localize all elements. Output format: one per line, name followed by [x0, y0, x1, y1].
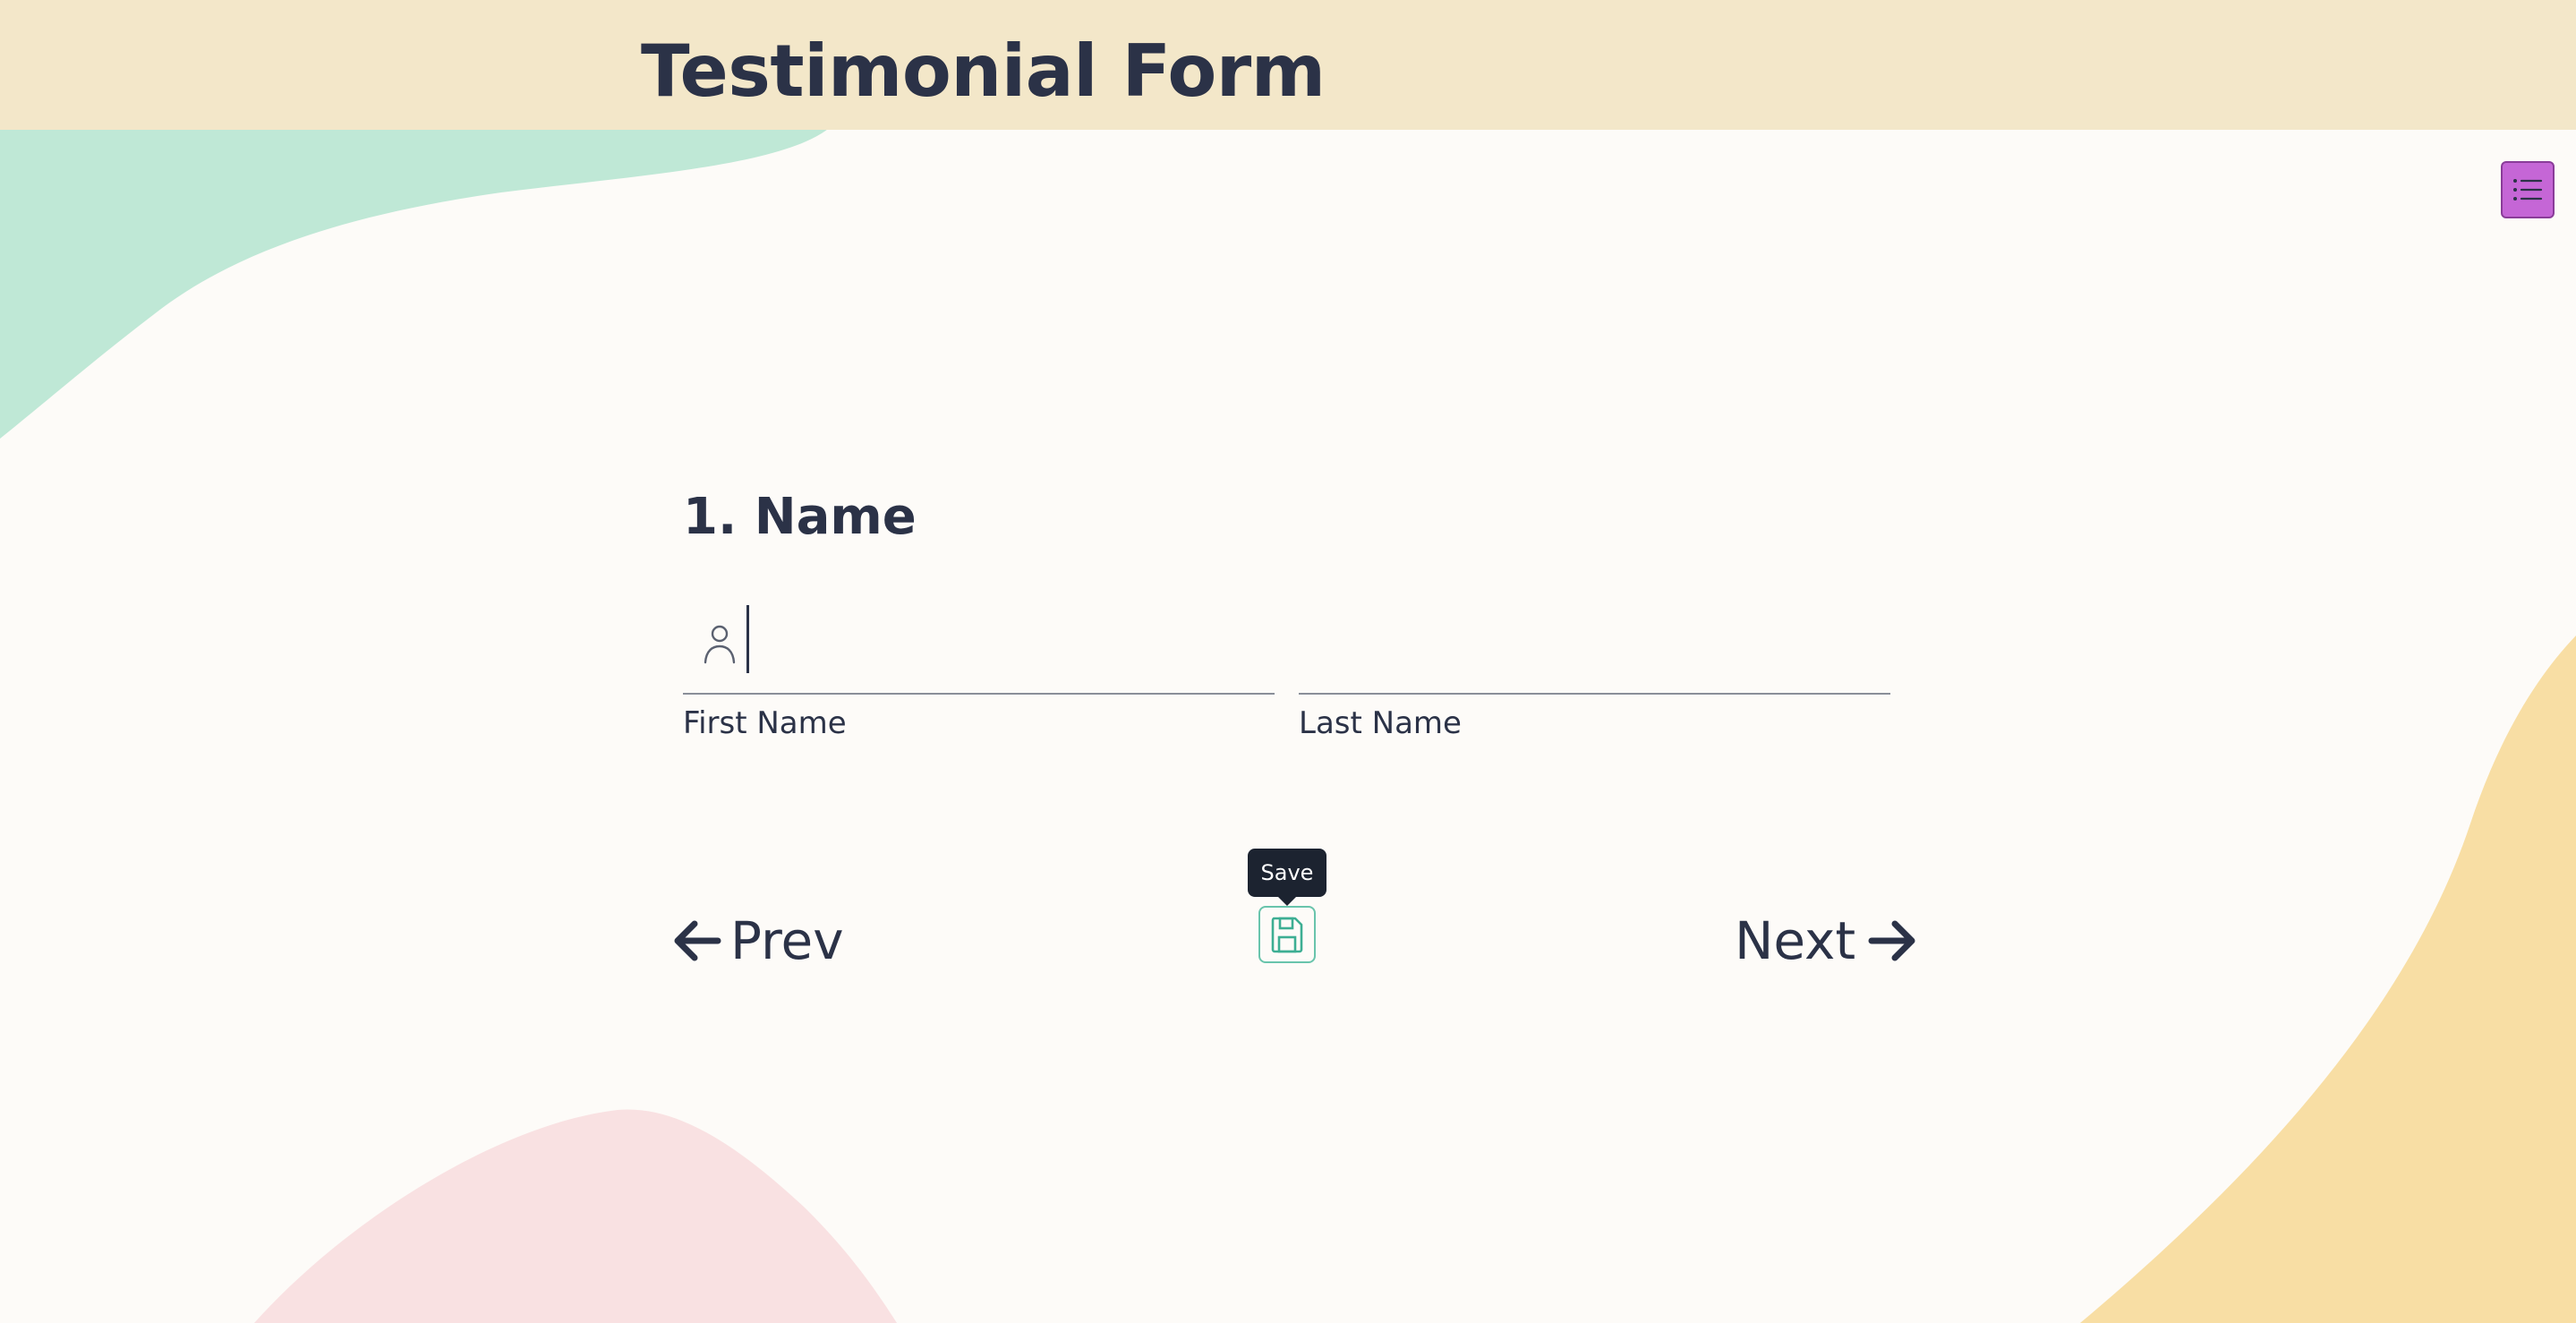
prev-label: Prev — [730, 910, 844, 971]
last-name-field — [1299, 602, 1890, 695]
first-name-label: First Name — [683, 705, 847, 741]
next-button[interactable]: Next — [1735, 904, 1916, 977]
first-name-input[interactable] — [683, 602, 1275, 695]
tooltip-arrow — [1278, 897, 1296, 906]
last-name-input[interactable] — [1299, 602, 1890, 695]
pink-blob — [254, 1109, 897, 1323]
save-button[interactable] — [1258, 906, 1316, 963]
page-title: Testimonial Form — [641, 30, 1326, 113]
person-icon — [704, 625, 736, 664]
save-tooltip-text: Save — [1260, 860, 1314, 885]
text-cursor — [746, 605, 749, 673]
menu-button[interactable] — [2501, 161, 2555, 218]
last-name-label: Last Name — [1299, 705, 1462, 741]
arrow-left-icon — [674, 920, 721, 961]
floppy-disk-icon — [1271, 917, 1303, 953]
yellow-blob — [2080, 636, 2576, 1323]
green-blob — [0, 125, 832, 439]
save-tooltip: Save — [1248, 849, 1326, 906]
list-icon — [2513, 179, 2543, 201]
page-header: Testimonial Form — [0, 0, 2576, 130]
prev-button[interactable]: Prev — [673, 904, 844, 977]
next-label: Next — [1735, 910, 1856, 971]
first-name-field — [683, 602, 1275, 695]
arrow-right-icon — [1868, 920, 1915, 961]
question-title: 1. Name — [683, 488, 917, 546]
background-decoration — [0, 125, 2576, 1323]
